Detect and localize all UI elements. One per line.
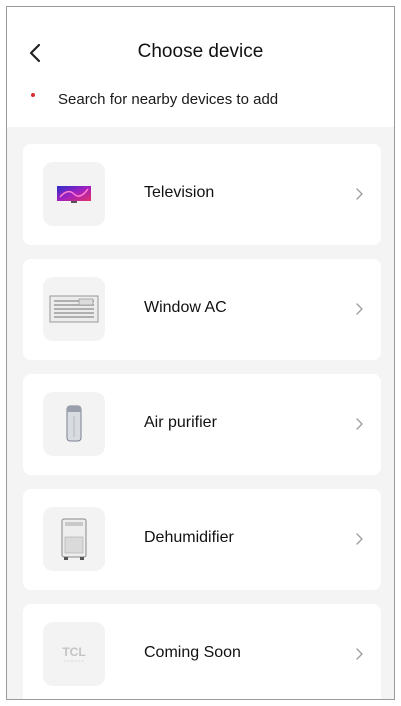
device-thumb xyxy=(43,277,105,341)
device-thumb: TCL xyxy=(43,622,105,686)
device-item-window-ac[interactable]: Window AC xyxy=(23,259,381,360)
chevron-right-icon xyxy=(356,303,363,315)
device-label: Air purifier xyxy=(144,414,217,431)
page-title: Choose device xyxy=(137,41,264,62)
tcl-logo-icon: TCL xyxy=(62,645,86,662)
device-item-television[interactable]: Television xyxy=(23,144,381,245)
window-ac-icon xyxy=(49,295,99,323)
header: Choose device Search for nearby devices … xyxy=(7,7,394,127)
device-item-coming-soon[interactable]: TCL Coming Soon xyxy=(23,604,381,699)
app-frame: Choose device Search for nearby devices … xyxy=(6,6,395,700)
device-list: Television Window AC Air purifier Dehumi… xyxy=(23,144,381,699)
device-thumb xyxy=(43,507,105,571)
television-icon xyxy=(57,186,91,203)
svg-text:TCL: TCL xyxy=(62,645,85,659)
device-item-dehumidifier[interactable]: Dehumidifier xyxy=(23,489,381,590)
chevron-right-icon xyxy=(356,188,363,200)
chevron-right-icon xyxy=(356,418,363,430)
device-label: Window AC xyxy=(144,299,227,316)
device-thumb xyxy=(43,392,105,456)
device-thumb xyxy=(43,162,105,226)
device-label: Coming Soon xyxy=(144,644,241,661)
hint-dot xyxy=(31,93,35,97)
device-label: Dehumidifier xyxy=(144,529,234,546)
device-item-air-purifier[interactable]: Air purifier xyxy=(23,374,381,475)
search-hint: Search for nearby devices to add xyxy=(58,91,279,108)
dehumidifier-icon xyxy=(61,518,87,560)
device-label: Television xyxy=(144,184,215,201)
air-purifier-icon xyxy=(66,405,82,442)
chevron-right-icon xyxy=(356,533,363,545)
chevron-right-icon xyxy=(356,648,363,660)
